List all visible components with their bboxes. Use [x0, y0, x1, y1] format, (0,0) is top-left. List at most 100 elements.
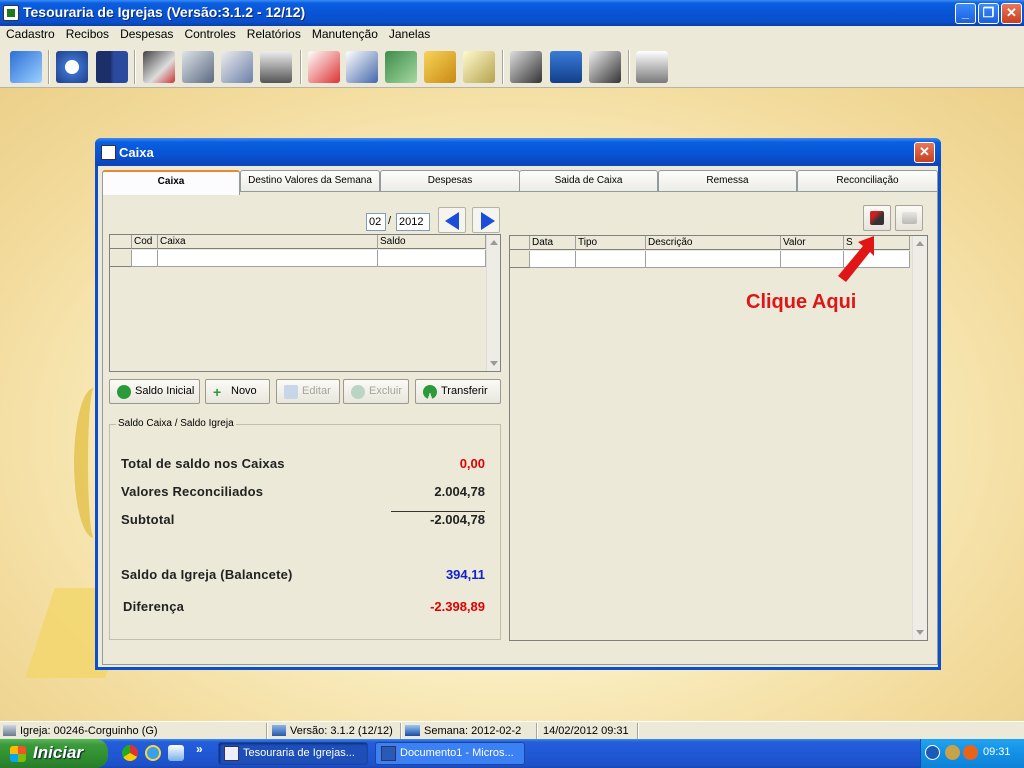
start-label: Iniciar: [33, 743, 84, 762]
column-header-data[interactable]: Data: [530, 236, 576, 250]
tab-despesas[interactable]: Despesas: [380, 170, 520, 192]
menu-controles[interactable]: Controles: [178, 26, 240, 43]
clock-people-icon[interactable]: [56, 51, 88, 83]
status-separator: [400, 723, 402, 739]
edit-icon: [284, 385, 298, 399]
taskbar-clock: 09:31: [983, 746, 1011, 758]
word-icon: [381, 746, 396, 761]
valores-reconciliados-label: Valores Reconciliados: [121, 484, 264, 499]
menu-janelas[interactable]: Janelas: [383, 26, 435, 43]
column-header-cod[interactable]: Cod: [132, 235, 158, 249]
menu-despesas[interactable]: Despesas: [114, 26, 178, 43]
tray-network-icon[interactable]: [945, 745, 960, 760]
novo-button[interactable]: + Novo: [205, 379, 270, 404]
menu-cadastro[interactable]: Cadastro: [0, 26, 60, 43]
maximize-button[interactable]: ❐: [978, 3, 999, 24]
taskbar: Iniciar » Tesouraria de Igrejas... Docum…: [0, 739, 1024, 768]
year-input[interactable]: 2012: [396, 213, 430, 231]
reconcile-button[interactable]: [863, 205, 891, 231]
dialog-icon: [101, 145, 116, 160]
tab-destino-valores[interactable]: Destino Valores da Semana: [240, 170, 380, 192]
money-icon[interactable]: [385, 51, 417, 83]
tab-saida-de-caixa[interactable]: Saida de Caixa: [519, 170, 658, 192]
annotation-arrow-icon: [838, 236, 874, 282]
caixa-grid[interactable]: Cod Caixa Saldo: [109, 234, 501, 372]
menu-relatorios[interactable]: Relatórios: [241, 26, 306, 43]
saldo-inicial-button[interactable]: Saldo Inicial: [109, 379, 200, 404]
next-month-button[interactable]: [472, 207, 500, 233]
grid-cell[interactable]: [646, 251, 781, 268]
menu-recibos[interactable]: Recibos: [60, 26, 114, 43]
documents-icon[interactable]: [221, 51, 253, 83]
form-pen-icon[interactable]: [346, 51, 378, 83]
help-check-icon[interactable]: [308, 51, 340, 83]
grid-cell[interactable]: [378, 250, 486, 267]
grid-cell[interactable]: [576, 251, 646, 268]
novo-label: Novo: [231, 385, 257, 397]
toolbar-separator: [48, 50, 50, 84]
vertical-scrollbar[interactable]: [486, 235, 500, 371]
column-header-descricao[interactable]: Descrição: [646, 236, 781, 250]
user-safe-icon[interactable]: [589, 51, 621, 83]
month-input[interactable]: 02: [366, 213, 386, 231]
previous-month-button[interactable]: [438, 207, 466, 233]
quick-launch-chevron-icon[interactable]: »: [196, 742, 203, 756]
print-button[interactable]: [895, 205, 923, 231]
scroll-up-arrow-icon[interactable]: [916, 241, 924, 246]
document-edit-icon[interactable]: [182, 51, 214, 83]
column-header-valor[interactable]: Valor: [781, 236, 844, 250]
app-title-bar[interactable]: Tesouraria de Igrejas (Versão:3.1.2 - 12…: [0, 0, 1024, 26]
settings-tool-icon[interactable]: [510, 51, 542, 83]
hand-check-icon[interactable]: [143, 51, 175, 83]
row-indicator: [510, 251, 530, 268]
menu-manutencao[interactable]: Manutenção: [306, 26, 383, 43]
exit-door-icon[interactable]: [10, 51, 42, 83]
users-icon[interactable]: [96, 51, 128, 83]
transferir-button[interactable]: Transferir: [415, 379, 501, 404]
column-header-tipo[interactable]: Tipo: [576, 236, 646, 250]
tab-remessa[interactable]: Remessa: [658, 170, 797, 192]
calculator-icon[interactable]: [550, 51, 582, 83]
status-separator: [266, 723, 268, 739]
status-igreja: Igreja: 00246-Corguinho (G): [20, 725, 158, 737]
scroll-down-arrow-icon[interactable]: [916, 630, 924, 635]
internet-explorer-icon[interactable]: [145, 745, 161, 761]
network-computer-icon[interactable]: [636, 51, 668, 83]
reconcile-icon: [870, 211, 884, 225]
scroll-up-arrow-icon[interactable]: [490, 240, 498, 245]
ledger-icon[interactable]: [463, 51, 495, 83]
minimize-button[interactable]: _: [955, 3, 976, 24]
close-button[interactable]: ✕: [1001, 3, 1022, 24]
grid-cell[interactable]: [158, 250, 378, 267]
dialog-close-button[interactable]: ✕: [914, 142, 935, 163]
tray-app-icon[interactable]: [963, 745, 978, 760]
start-button[interactable]: Iniciar: [0, 739, 108, 768]
editar-label: Editar: [302, 385, 331, 397]
chrome-icon[interactable]: [122, 745, 138, 761]
scroll-down-arrow-icon[interactable]: [490, 361, 498, 366]
toolbar-separator: [134, 50, 136, 84]
grid-cell[interactable]: [530, 251, 576, 268]
editar-button[interactable]: Editar: [276, 379, 340, 404]
tab-caixa[interactable]: Caixa: [102, 170, 240, 195]
period-separator: /: [388, 215, 392, 227]
taskbar-item-documento1[interactable]: Documento1 - Micros...: [375, 742, 525, 765]
saldo-igreja-label: Saldo da Igreja (Balancete): [121, 567, 293, 582]
taskbar-item-tesouraria[interactable]: Tesouraria de Igrejas...: [218, 742, 368, 765]
tab-reconciliacao[interactable]: Reconciliação: [797, 170, 938, 192]
grid-cell[interactable]: [781, 251, 844, 268]
column-header-saldo[interactable]: Saldo: [378, 235, 486, 249]
excluir-button[interactable]: Excluir: [343, 379, 409, 404]
box-icon[interactable]: [424, 51, 456, 83]
quick-launch-icon[interactable]: [168, 745, 184, 761]
saldo-igreja-value: 394,11: [445, 567, 485, 582]
printer-icon[interactable]: [260, 51, 292, 83]
movimento-grid[interactable]: Data Tipo Descrição Valor S: [509, 235, 928, 641]
valores-reconciliados-value: 2.004,78: [434, 484, 485, 499]
vertical-scrollbar[interactable]: [912, 236, 927, 640]
dialog-title-bar[interactable]: Caixa ✕: [95, 138, 941, 166]
windows-flag-icon: [10, 746, 26, 762]
column-header-caixa[interactable]: Caixa: [158, 235, 378, 249]
grid-cell[interactable]: [132, 250, 158, 267]
tray-expand-icon[interactable]: [925, 745, 940, 760]
